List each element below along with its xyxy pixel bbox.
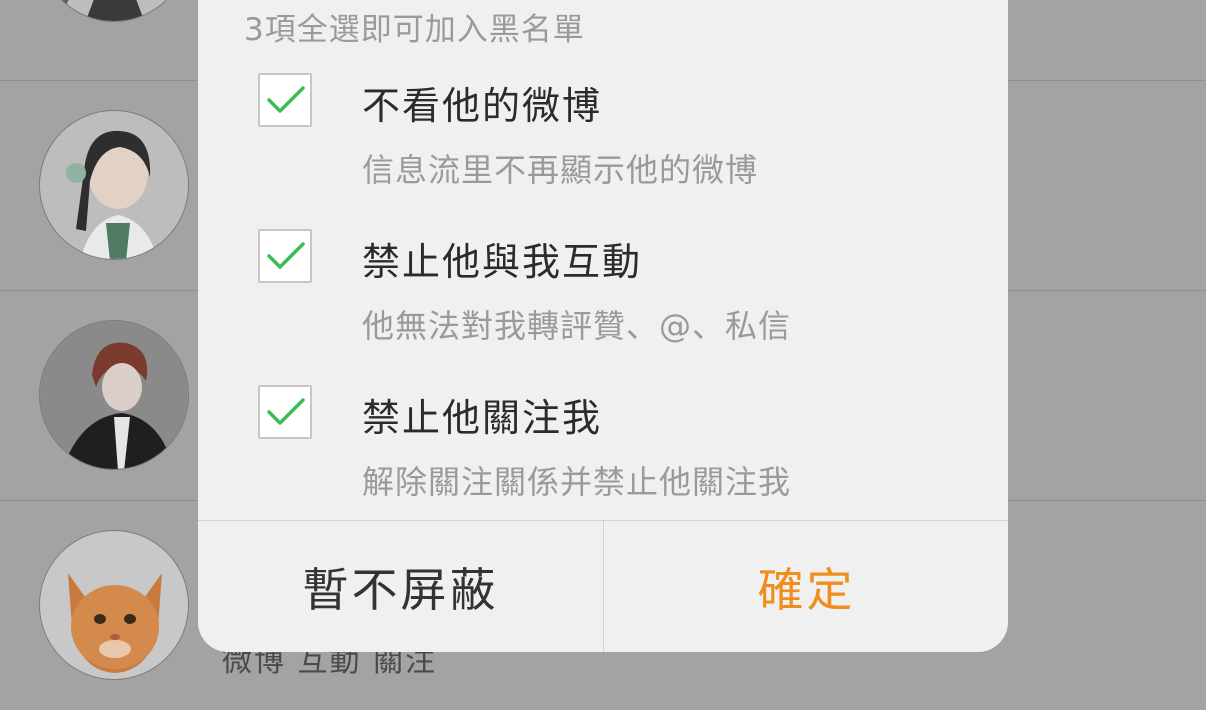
option-hide-weibo[interactable]: 不看他的微博 信息流里不再顯示他的微博 — [198, 73, 1008, 223]
checkbox-block-interaction[interactable] — [258, 229, 312, 283]
avatar[interactable] — [39, 530, 189, 680]
option-title: 禁止他關注我 — [362, 396, 603, 440]
checkmark-icon — [267, 242, 305, 269]
checkbox-block-follow[interactable] — [258, 385, 312, 439]
avatar[interactable] — [39, 0, 189, 22]
option-description: 解除關注關係并禁止他關注我 — [362, 463, 792, 501]
option-block-follow[interactable]: 禁止他關注我 解除關注關係并禁止他關注我 — [198, 385, 1008, 535]
option-description: 信息流里不再顯示他的微博 — [362, 151, 759, 189]
option-title: 禁止他與我互動 — [362, 240, 643, 284]
option-block-interaction[interactable]: 禁止他與我互動 他無法對我轉評贊、@、私信 — [198, 229, 1008, 379]
checkmark-icon — [267, 86, 305, 113]
confirm-button[interactable]: 確定 — [604, 521, 1008, 652]
checkmark-icon — [267, 398, 305, 425]
avatar[interactable] — [39, 320, 189, 470]
block-dialog: 3項全選即可加入黑名單 不看他的微博 信息流里不再顯示他的微博 禁止他與我互動 … — [198, 0, 1008, 652]
avatar[interactable] — [39, 110, 189, 260]
checkbox-hide-weibo[interactable] — [258, 73, 312, 127]
option-title: 不看他的微博 — [362, 84, 603, 128]
cancel-button[interactable]: 暫不屏蔽 — [198, 521, 603, 652]
dialog-header: 3項全選即可加入黑名單 — [244, 12, 585, 48]
option-description: 他無法對我轉評贊、@、私信 — [362, 307, 792, 345]
